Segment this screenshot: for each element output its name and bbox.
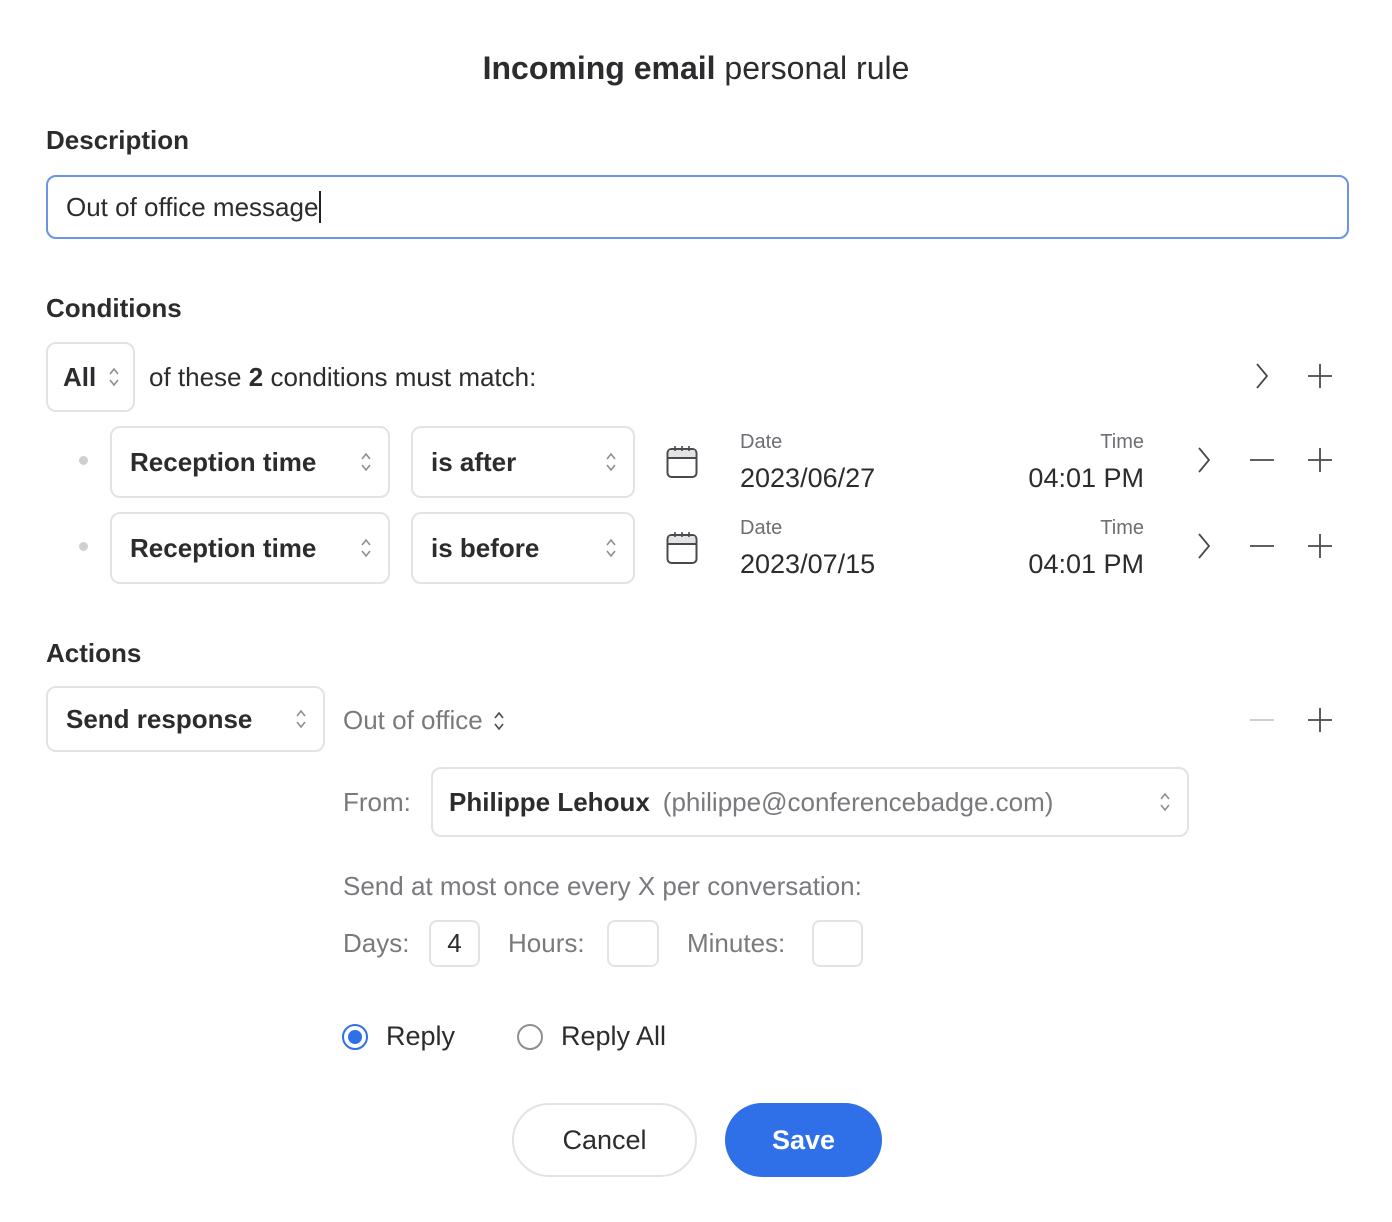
minus-icon <box>1250 719 1274 721</box>
days-label: Days: <box>343 928 410 958</box>
updown-chevron-icon <box>1160 792 1170 812</box>
reply-all-radio[interactable] <box>517 1023 543 1050</box>
cancel-button[interactable]: Cancel <box>512 1103 697 1177</box>
remove-action-button[interactable] <box>1248 706 1276 734</box>
condition-field-select[interactable]: Reception time <box>110 426 390 498</box>
condition-operator-select[interactable]: is before <box>411 512 635 584</box>
description-label: Description <box>46 125 190 155</box>
condition-operator-value: is after <box>431 446 517 477</box>
reply-radio-option[interactable]: Reply <box>342 1021 455 1052</box>
updown-chevron-icon <box>109 367 119 387</box>
match-mode-select[interactable]: All <box>46 342 135 412</box>
minus-icon <box>1250 545 1274 547</box>
dialog-title-bold: Incoming email <box>482 50 716 86</box>
date-label: Date <box>740 431 783 453</box>
response-template-select[interactable]: Out of office <box>343 705 505 736</box>
condition-field-value: Reception time <box>130 446 317 477</box>
updown-chevron-icon <box>494 711 504 730</box>
plus-icon <box>1308 708 1332 732</box>
date-value[interactable]: 2023/07/15 <box>740 549 875 580</box>
condition-expand-button[interactable] <box>1190 532 1218 560</box>
reply-all-radio-label: Reply All <box>561 1021 667 1051</box>
reply-all-radio-option[interactable]: Reply All <box>517 1021 666 1052</box>
chevron-right-icon <box>1198 447 1211 473</box>
remove-condition-button[interactable] <box>1248 532 1276 560</box>
from-name: Philippe Lehoux <box>449 786 650 817</box>
match-suffix: conditions must match: <box>270 362 537 392</box>
conditions-label: Conditions <box>46 293 182 323</box>
updown-chevron-icon <box>606 538 616 558</box>
throttle-label: Send at most once every X per conversati… <box>343 871 862 901</box>
description-input[interactable]: Out of office message <box>46 175 1349 239</box>
save-button[interactable]: Save <box>725 1103 882 1177</box>
dialog-title: Incoming email personal rule <box>0 50 1392 87</box>
condition-field-value: Reception time <box>130 532 317 563</box>
plus-icon <box>1308 364 1332 388</box>
reply-radio[interactable] <box>342 1023 368 1050</box>
condition-bullet <box>79 542 88 551</box>
from-account-select[interactable]: Philippe Lehoux (philippe@conferencebadg… <box>431 767 1189 837</box>
calendar-icon[interactable] <box>666 445 698 479</box>
add-condition-button[interactable] <box>1306 446 1334 474</box>
minutes-input[interactable] <box>812 920 863 967</box>
actions-label: Actions <box>46 638 142 668</box>
hours-label: Hours: <box>508 928 585 958</box>
date-value[interactable]: 2023/06/27 <box>740 463 875 494</box>
add-condition-button[interactable] <box>1306 532 1334 560</box>
updown-chevron-icon <box>606 452 616 472</box>
time-value[interactable]: 04:01 PM <box>984 549 1144 580</box>
condition-operator-value: is before <box>431 532 540 563</box>
text-caret <box>319 191 322 223</box>
dialog-title-rest: personal rule <box>715 50 910 86</box>
calendar-icon[interactable] <box>666 531 698 565</box>
minus-icon <box>1250 459 1274 461</box>
time-value[interactable]: 04:01 PM <box>984 463 1144 494</box>
chevron-right-icon <box>1256 363 1269 389</box>
time-label: Time <box>1100 517 1144 539</box>
match-prefix: of these <box>149 362 242 392</box>
days-input[interactable]: 4 <box>429 920 480 967</box>
plus-icon <box>1308 534 1332 558</box>
from-label: From: <box>343 787 411 817</box>
chevron-right-icon <box>1198 533 1211 559</box>
condition-operator-select[interactable]: is after <box>411 426 635 498</box>
condition-expand-button[interactable] <box>1190 446 1218 474</box>
plus-icon <box>1308 448 1332 472</box>
condition-field-select[interactable]: Reception time <box>110 512 390 584</box>
minutes-label: Minutes: <box>687 928 786 958</box>
date-label: Date <box>740 517 783 539</box>
hours-input[interactable] <box>607 920 659 967</box>
action-type-value: Send response <box>66 703 253 734</box>
conditions-expand-button[interactable] <box>1248 362 1276 390</box>
updown-chevron-icon <box>361 538 371 558</box>
response-template-value: Out of office <box>343 705 483 735</box>
updown-chevron-icon <box>361 452 371 472</box>
condition-bullet <box>79 456 88 465</box>
updown-chevron-icon <box>296 709 306 729</box>
match-sentence: of these 2 conditions must match: <box>149 362 536 393</box>
action-type-select[interactable]: Send response <box>46 686 325 752</box>
description-value: Out of office message <box>66 191 319 222</box>
reply-radio-label: Reply <box>386 1021 456 1051</box>
from-email: (philippe@conferencebadge.com) <box>662 786 1054 817</box>
add-condition-group-button[interactable] <box>1306 362 1334 390</box>
remove-condition-button[interactable] <box>1248 446 1276 474</box>
add-action-button[interactable] <box>1306 706 1334 734</box>
match-mode-value: All <box>63 361 97 392</box>
time-label: Time <box>1100 431 1144 453</box>
condition-count: 2 <box>248 362 264 392</box>
